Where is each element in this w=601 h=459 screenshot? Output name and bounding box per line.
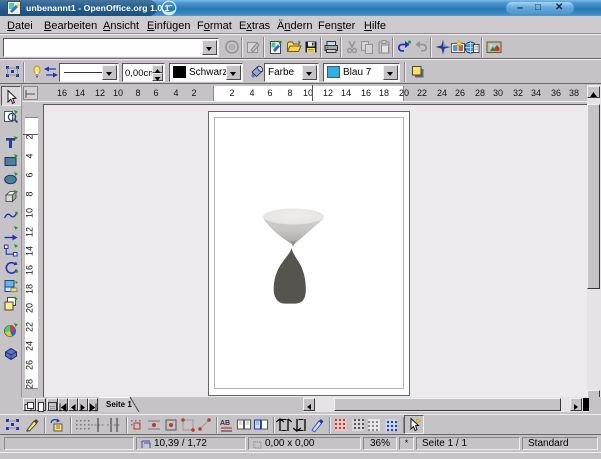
svg-text:AB: AB <box>220 420 230 427</box>
